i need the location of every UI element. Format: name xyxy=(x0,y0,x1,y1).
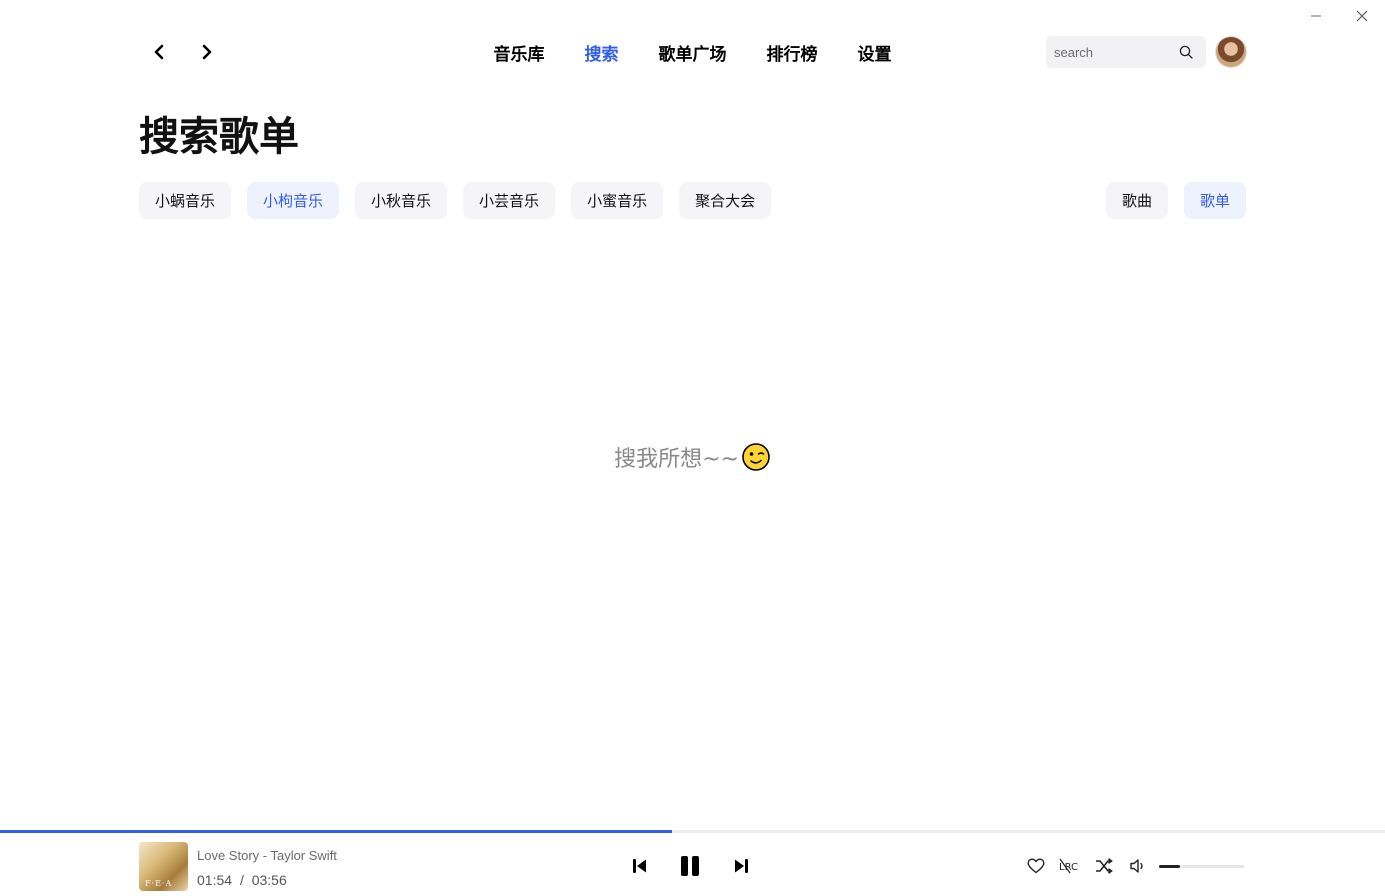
search-box xyxy=(1046,36,1206,68)
shuffle-button[interactable] xyxy=(1093,855,1115,877)
source-tabs: 小蜗音乐 小枸音乐 小秋音乐 小芸音乐 小蜜音乐 聚合大会 xyxy=(139,182,772,219)
lyrics-icon: LRC xyxy=(1059,858,1078,874)
lyrics-button[interactable]: LRC xyxy=(1058,855,1080,877)
cover-text: F·E·A xyxy=(145,879,173,888)
empty-state-text: 搜我所想~~ xyxy=(614,447,739,472)
volume-button[interactable] xyxy=(1127,855,1149,877)
like-button[interactable] xyxy=(1025,855,1047,877)
page-title: 搜索歌单 xyxy=(139,114,299,160)
previous-button[interactable] xyxy=(626,851,654,881)
minimize-icon xyxy=(1311,15,1321,17)
forward-button[interactable] xyxy=(192,37,222,67)
nav-item-settings[interactable]: 设置 xyxy=(858,36,892,69)
source-tab[interactable]: 小蜜音乐 xyxy=(571,182,664,219)
pause-button[interactable] xyxy=(674,851,706,881)
chevron-right-icon xyxy=(202,44,212,60)
pause-icon xyxy=(681,856,699,876)
source-tab[interactable]: 小蜗音乐 xyxy=(139,182,232,219)
search-input[interactable] xyxy=(1054,44,1178,60)
search-icon[interactable] xyxy=(1178,44,1194,60)
empty-state: 搜我所想~~ xyxy=(0,441,1385,473)
chevron-left-icon xyxy=(154,44,164,60)
window-minimize-button[interactable] xyxy=(1302,4,1330,28)
source-tab[interactable]: 小芸音乐 xyxy=(463,182,556,219)
shuffle-icon xyxy=(1096,858,1113,874)
progress-bar[interactable] xyxy=(0,830,1385,833)
type-tab-songs[interactable]: 歌曲 xyxy=(1105,182,1168,219)
volume-icon xyxy=(1130,859,1143,873)
winking-face-icon xyxy=(742,443,770,471)
duration-time: 03:56 xyxy=(251,872,287,888)
current-time: 01:54 xyxy=(197,872,233,888)
player-bar: F·E·A Love Story - Taylor Swift 01:54 / … xyxy=(0,830,1385,896)
source-tab[interactable]: 小秋音乐 xyxy=(355,182,448,219)
next-button[interactable] xyxy=(727,851,755,881)
close-icon xyxy=(1356,10,1368,22)
nav-item-charts[interactable]: 排行榜 xyxy=(767,36,818,69)
user-avatar[interactable] xyxy=(1216,37,1246,67)
volume-slider[interactable] xyxy=(1159,865,1244,868)
album-cover[interactable]: F·E·A xyxy=(139,842,188,891)
volume-slider-fill xyxy=(1159,865,1181,868)
source-tab-active[interactable]: 小枸音乐 xyxy=(247,182,340,219)
source-tab[interactable]: 聚合大会 xyxy=(679,182,772,219)
nav-item-search[interactable]: 搜索 xyxy=(585,36,619,69)
type-tab-playlists[interactable]: 歌单 xyxy=(1183,182,1246,219)
type-tabs: 歌曲 歌单 xyxy=(1105,182,1246,219)
window-close-button[interactable] xyxy=(1348,4,1376,28)
time-separator: / xyxy=(239,872,244,888)
next-icon xyxy=(735,859,748,873)
song-time: 01:54 / 03:56 xyxy=(197,872,287,888)
nav-item-library[interactable]: 音乐库 xyxy=(494,36,545,69)
progress-fill xyxy=(0,830,672,833)
song-title[interactable]: Love Story - Taylor Swift xyxy=(197,848,337,863)
heart-icon xyxy=(1027,858,1045,874)
previous-icon xyxy=(633,859,646,873)
back-button[interactable] xyxy=(144,37,174,67)
nav-item-playlist-plaza[interactable]: 歌单广场 xyxy=(659,36,727,69)
